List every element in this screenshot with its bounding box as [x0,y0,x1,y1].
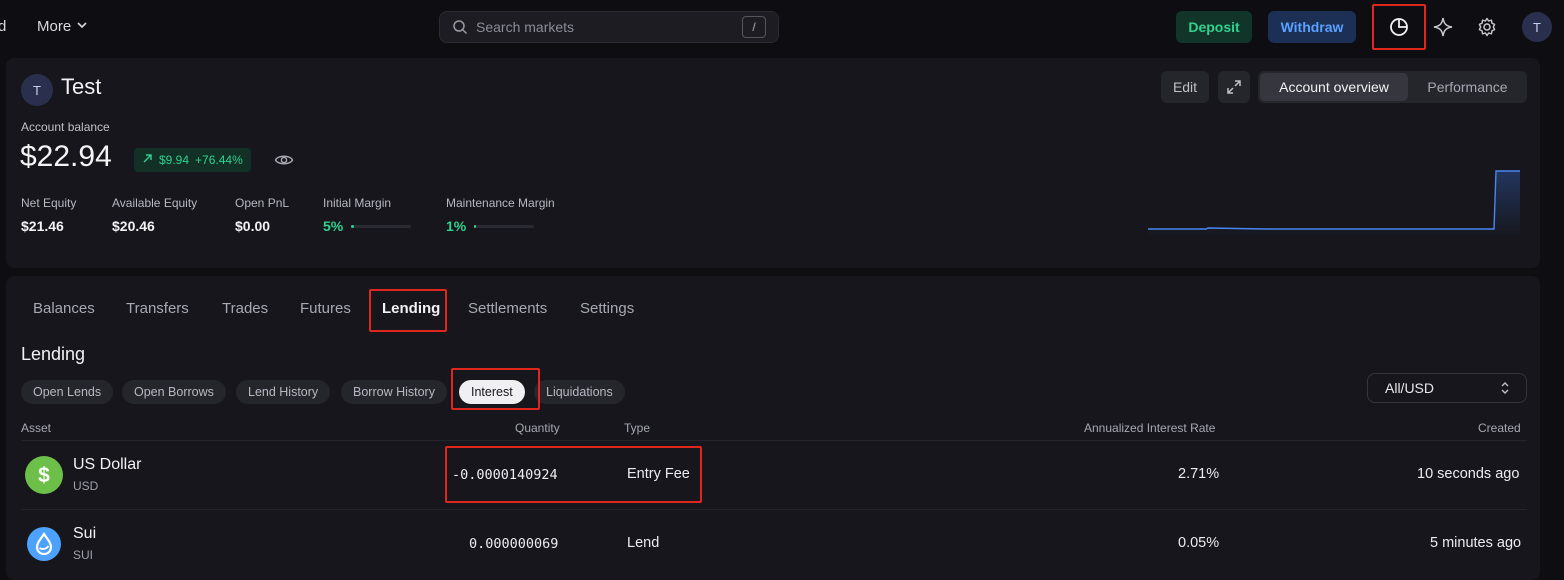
metric-label: Initial Margin [323,196,392,210]
eye-icon[interactable] [274,150,294,170]
account-avatar: T [21,74,53,106]
column-header-rate: Annualized Interest Rate [1084,421,1216,435]
sui-coin-icon [25,525,63,563]
market-select[interactable]: All/USD [1367,373,1527,403]
balance-label: Account balance [21,120,110,134]
pie-chart-icon[interactable] [1387,15,1411,39]
nav-item-truncated[interactable]: d [0,18,6,35]
balance-value: $22.94 [20,140,112,173]
metric-value: 1% [446,218,467,234]
header-divider [21,440,1527,441]
chevron-down-icon [76,18,88,35]
metric-value: $20.46 [112,218,155,234]
tab-transfers[interactable]: Transfers [126,300,189,317]
tab-balances[interactable]: Balances [33,300,95,317]
column-header-type: Type [624,421,651,435]
expand-icon[interactable] [1218,71,1250,103]
chevron-up-down-icon [1498,380,1512,396]
asset-name: Sui [73,525,97,542]
edit-button[interactable]: Edit [1161,71,1209,103]
initial-margin-bar [351,224,412,228]
metric-label: Maintenance Margin [446,196,555,210]
tab-settings[interactable]: Settings [580,300,634,317]
view-toggle: Account overview Performance [1258,71,1527,103]
lending-panel: Balances Transfers Trades Futures Lendin… [6,276,1540,580]
highlight-box-interest-filter [451,368,540,410]
balance-change-badge: $9.94 +76.44% [134,148,251,172]
tab-settlements[interactable]: Settlements [468,300,547,317]
tab-trades[interactable]: Trades [222,300,268,317]
filter-open-lends[interactable]: Open Lends [21,380,114,404]
arrow-up-right-icon [142,153,153,167]
metric-label: Net Equity [21,196,77,210]
created-value: 5 minutes ago [1430,535,1522,551]
more-menu-button[interactable]: More [37,18,88,35]
balance-sparkline [1148,170,1520,238]
metric-maintenance-margin: Maintenance Margin 1% [446,196,555,234]
filter-lend-history[interactable]: Lend History [236,380,331,404]
metric-value: $21.46 [21,218,64,234]
initial-margin-bar-fill [351,224,355,228]
tab-futures[interactable]: Futures [300,300,351,317]
highlight-box-row-values [445,446,702,503]
filter-borrow-history[interactable]: Borrow History [341,380,447,404]
column-header-quantity: Quantity [515,421,560,435]
search-icon [452,18,470,36]
asset-symbol: SUI [73,548,94,562]
metric-net-equity: Net Equity $21.46 [21,196,76,234]
account-name: Test [61,74,102,99]
sparkle-icon[interactable] [1431,15,1455,39]
type-value: Lend [627,535,660,551]
maintenance-margin-bar [474,224,535,228]
usd-coin-icon: $ [25,456,63,494]
asset-name: US Dollar [73,456,142,473]
metric-open-pnl: Open PnL $0.00 [235,196,289,234]
balance-change-percent: +76.44% [195,153,243,167]
account-panel: T Test Edit Account overview Performance… [6,58,1540,268]
metric-value: $0.00 [235,218,271,234]
created-value: 10 seconds ago [1417,466,1520,482]
maintenance-margin-bar-fill [474,224,477,228]
asset-symbol: USD [73,479,99,493]
search-shortcut-hint: / [742,16,766,38]
balance-change-amount: $9.94 [159,153,190,167]
rate-value: 2.71% [1178,466,1220,482]
market-select-value: All/USD [1385,380,1435,396]
rate-value: 0.05% [1178,535,1220,551]
user-avatar[interactable]: T [1522,12,1552,42]
gear-icon[interactable] [1475,15,1499,39]
more-label: More [37,18,72,35]
column-header-asset: Asset [21,421,52,435]
metric-label: Available Equity [112,196,198,210]
metric-label: Open PnL [235,196,290,210]
quantity-value: 0.000000069 [469,536,559,552]
row-divider [21,509,1527,510]
metric-initial-margin: Initial Margin 5% [323,196,412,234]
tab-account-overview[interactable]: Account overview [1260,73,1408,101]
column-header-created: Created [1478,421,1521,435]
svg-text:$: $ [38,464,50,487]
filter-open-borrows[interactable]: Open Borrows [122,380,226,404]
withdraw-button[interactable]: Withdraw [1268,11,1356,43]
metric-value: 5% [323,218,344,234]
search-input[interactable]: Search markets [476,19,574,35]
filter-liquidations[interactable]: Liquidations [534,380,625,404]
search-bar[interactable]: Search markets / [439,11,779,43]
tab-performance[interactable]: Performance [1410,73,1525,101]
metric-available-equity: Available Equity $20.46 [112,196,197,234]
deposit-button[interactable]: Deposit [1176,11,1252,43]
highlight-box-lending-tab [369,289,447,332]
top-bar: d More Search markets / Deposit Withdraw… [0,0,1564,55]
section-title: Lending [21,344,86,364]
